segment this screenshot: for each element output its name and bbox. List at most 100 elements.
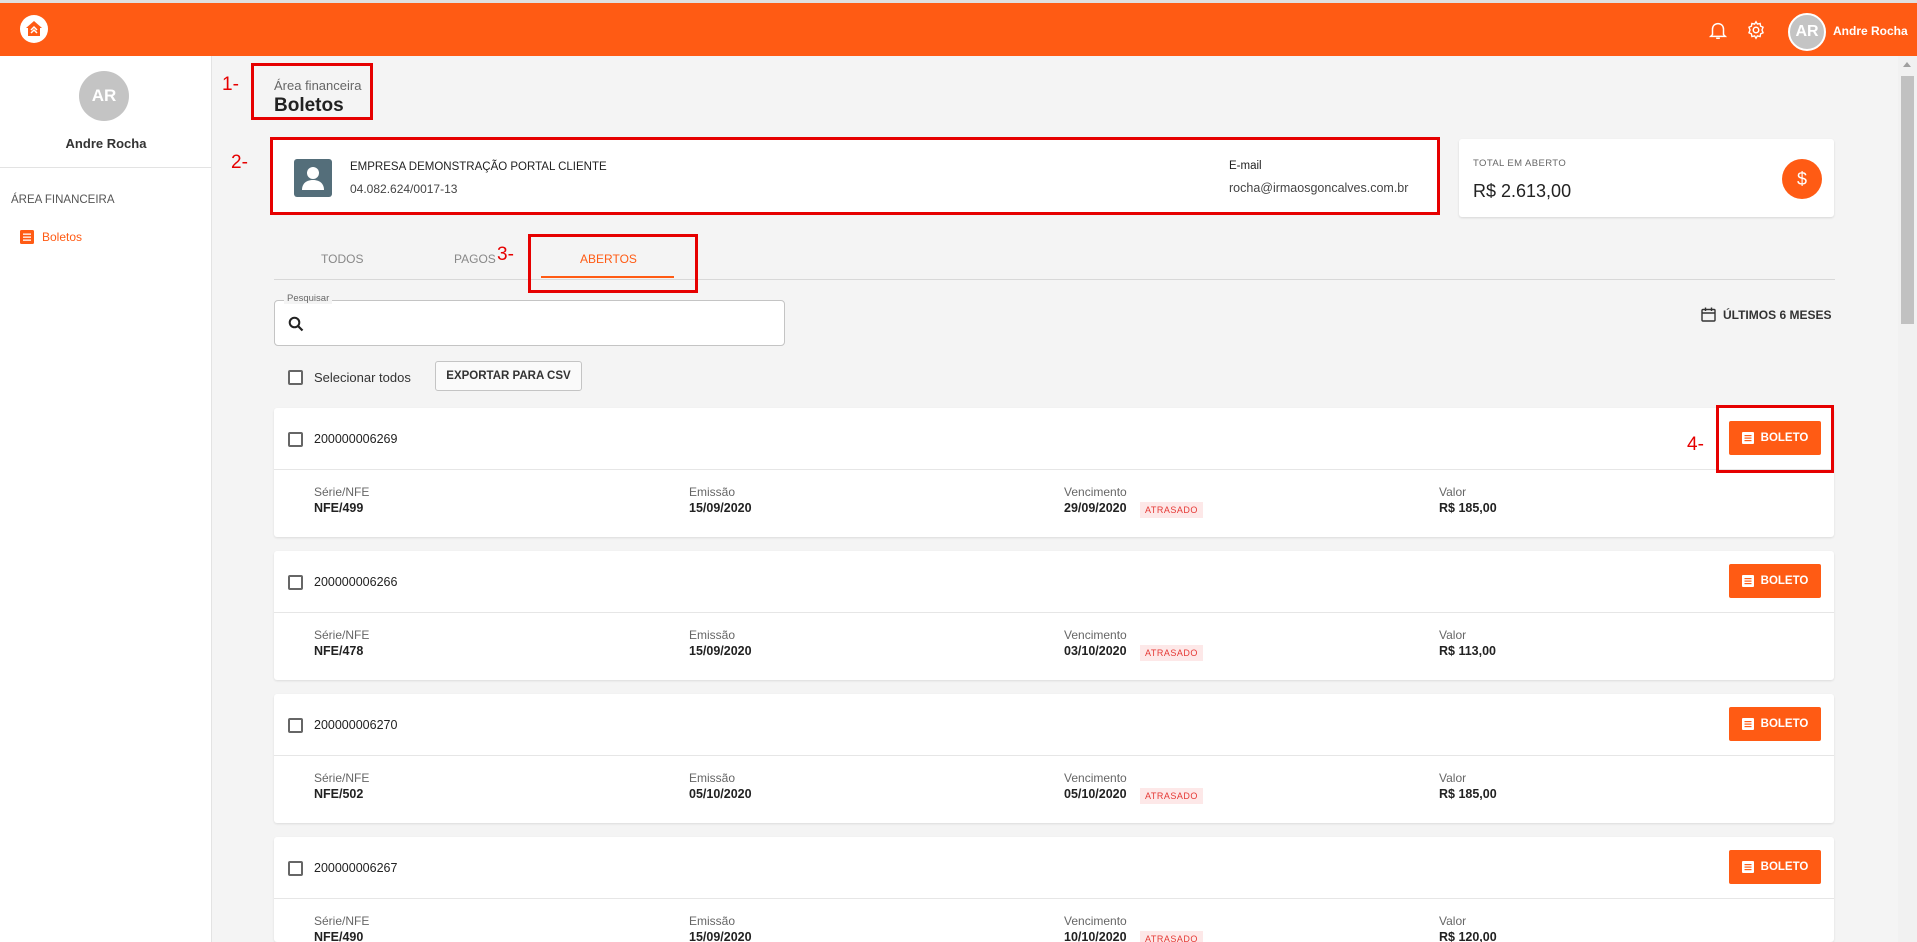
scrollbar[interactable] <box>1898 56 1917 942</box>
boleto-number: 200000006266 <box>314 575 398 589</box>
user-name[interactable]: Andre Rocha <box>1833 24 1908 38</box>
annotation-2: 2- <box>231 152 248 173</box>
boleto-button-label: BOLETO <box>1760 861 1809 873</box>
valor-value: R$ 185,00 <box>1439 787 1497 801</box>
boleto-number: 200000006270 <box>314 718 398 732</box>
select-all-label[interactable]: Selecionar todos <box>314 370 411 385</box>
boleto-row: 200000006266 BOLETO Série/NFE NFE/478 Em… <box>274 551 1834 680</box>
row-header: 200000006266 BOLETO <box>274 551 1834 613</box>
search-label: Pesquisar <box>284 293 333 304</box>
total-card: TOTAL EM ABERTO R$ 2.613,00 $ <box>1459 139 1834 217</box>
row-checkbox[interactable] <box>288 861 303 876</box>
gear-icon[interactable] <box>1745 19 1767 41</box>
tabs-divider <box>274 279 1835 280</box>
status-badge: ATRASADO <box>1140 502 1203 518</box>
list-icon <box>20 230 34 244</box>
scroll-thumb[interactable] <box>1901 76 1914 324</box>
dollar-icon: $ <box>1782 159 1822 199</box>
sidebar-section-title: ÁREA FINANCEIRA <box>11 194 115 206</box>
boleto-row: 200000006267 BOLETO Série/NFE NFE/490 Em… <box>274 837 1834 942</box>
valor-value: R$ 120,00 <box>1439 930 1497 942</box>
emissao-value: 15/09/2020 <box>689 644 752 658</box>
emissao-label: Emissão <box>689 771 736 785</box>
valor-label: Valor <box>1439 914 1467 928</box>
sidebar-item-label: Boletos <box>42 230 83 244</box>
scroll-up-arrow-icon[interactable] <box>1903 62 1911 67</box>
vencimento-label: Vencimento <box>1064 771 1127 785</box>
total-value: R$ 2.613,00 <box>1473 181 1572 201</box>
boleto-button[interactable]: BOLETO <box>1729 564 1821 598</box>
annotation-box-2 <box>270 137 1440 215</box>
tab-pagos[interactable]: PAGOS <box>454 252 496 266</box>
annotation-3: 3- <box>497 244 514 265</box>
serie-label: Série/NFE <box>314 771 370 785</box>
boleto-row: 200000006270 BOLETO Série/NFE NFE/502 Em… <box>274 694 1834 823</box>
valor-label: Valor <box>1439 485 1467 499</box>
serie-label: Série/NFE <box>314 628 370 642</box>
period-filter[interactable]: ÚLTIMOS 6 MESES <box>1701 307 1831 322</box>
status-badge: ATRASADO <box>1140 645 1203 661</box>
select-all-checkbox[interactable] <box>288 370 303 385</box>
boleto-button[interactable]: BOLETO <box>1729 850 1821 884</box>
serie-label: Série/NFE <box>314 914 370 928</box>
annotation-4: 4- <box>1687 434 1704 455</box>
boleto-button-label: BOLETO <box>1760 718 1809 730</box>
valor-value: R$ 185,00 <box>1439 501 1497 515</box>
calendar-icon <box>1701 307 1716 322</box>
emissao-value: 15/09/2020 <box>689 930 752 942</box>
row-checkbox[interactable] <box>288 575 303 590</box>
emissao-value: 15/09/2020 <box>689 501 752 515</box>
sidebar-item-boletos[interactable]: Boletos <box>20 230 82 244</box>
total-label: TOTAL EM ABERTO <box>1473 158 1567 169</box>
vencimento-value: 10/10/2020 <box>1064 930 1127 942</box>
document-icon <box>1741 575 1754 587</box>
search-input[interactable] <box>311 313 771 335</box>
user-avatar[interactable]: AR <box>1788 13 1826 51</box>
export-csv-button[interactable]: EXPORTAR PARA CSV <box>435 361 582 391</box>
document-icon <box>1741 861 1754 873</box>
document-icon <box>1741 718 1754 730</box>
row-header: 200000006267 BOLETO <box>274 837 1834 899</box>
bell-icon[interactable] <box>1707 19 1729 41</box>
search-field[interactable] <box>274 300 785 346</box>
vencimento-label: Vencimento <box>1064 914 1127 928</box>
serie-value: NFE/478 <box>314 644 364 658</box>
boleto-number: 200000006267 <box>314 861 398 875</box>
sidebar-avatar: AR <box>79 71 129 121</box>
page-title: Boletos <box>274 95 344 116</box>
serie-label: Série/NFE <box>314 485 370 499</box>
row-checkbox[interactable] <box>288 432 303 447</box>
row-header: 200000006269 BOLETO <box>274 408 1834 470</box>
vencimento-label: Vencimento <box>1064 628 1127 642</box>
top-bar: AR Andre Rocha <box>0 0 1917 56</box>
search-icon <box>288 316 304 332</box>
row-checkbox[interactable] <box>288 718 303 733</box>
boleto-button-label: BOLETO <box>1760 575 1809 587</box>
boleto-number: 200000006269 <box>314 432 398 446</box>
status-badge: ATRASADO <box>1140 931 1203 942</box>
vencimento-value: 29/09/2020 <box>1064 501 1127 515</box>
valor-label: Valor <box>1439 628 1467 642</box>
annotation-box-4 <box>1716 405 1834 473</box>
boleto-row: 200000006269 BOLETO Série/NFE NFE/499 Em… <box>274 408 1834 537</box>
valor-value: R$ 113,00 <box>1439 644 1496 658</box>
period-label: ÚLTIMOS 6 MESES <box>1723 307 1832 322</box>
tab-todos[interactable]: TODOS <box>321 252 363 266</box>
sidebar-user-name: Andre Rocha <box>65 136 147 151</box>
logo-icon[interactable] <box>20 15 48 43</box>
annotation-1: 1- <box>222 74 239 95</box>
emissao-label: Emissão <box>689 914 736 928</box>
valor-label: Valor <box>1439 771 1467 785</box>
serie-value: NFE/499 <box>314 501 364 515</box>
vencimento-value: 05/10/2020 <box>1064 787 1127 801</box>
emissao-label: Emissão <box>689 628 736 642</box>
sidebar-divider <box>0 167 212 168</box>
breadcrumb-parent[interactable]: Área financeira <box>274 78 361 93</box>
boleto-button[interactable]: BOLETO <box>1729 707 1821 741</box>
emissao-value: 05/10/2020 <box>689 787 752 801</box>
serie-value: NFE/490 <box>314 930 364 942</box>
sidebar: AR Andre Rocha ÁREA FINANCEIRA Boletos <box>0 56 212 942</box>
row-header: 200000006270 BOLETO <box>274 694 1834 756</box>
emissao-label: Emissão <box>689 485 736 499</box>
vencimento-value: 03/10/2020 <box>1064 644 1127 658</box>
